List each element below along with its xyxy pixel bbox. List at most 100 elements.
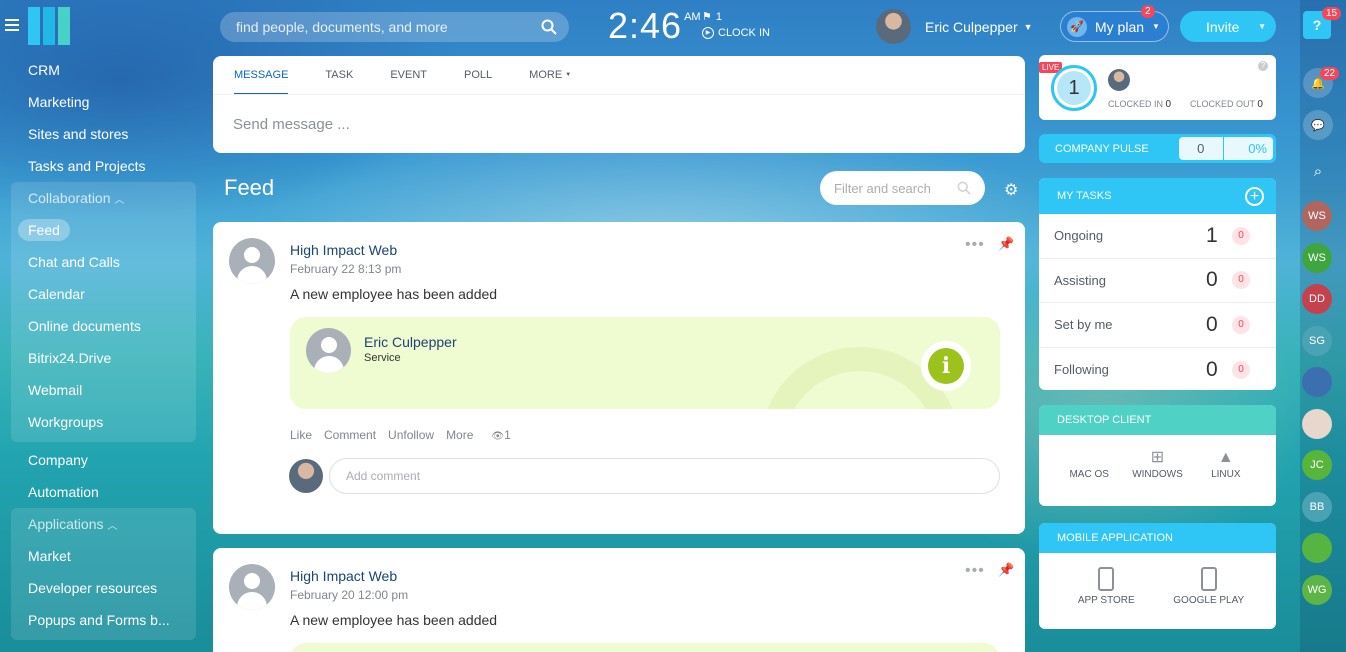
contact-avatar[interactable]: SG — [1302, 325, 1332, 356]
clocked-in-label: CLOCKED IN 0 — [1108, 99, 1171, 110]
tab-poll[interactable]: POLL — [464, 56, 492, 94]
more-options-icon[interactable]: ••• — [965, 236, 985, 254]
download-windows[interactable]: ⊞ WINDOWS — [1123, 447, 1191, 480]
contact-avatar[interactable] — [1302, 408, 1332, 439]
comment-button[interactable]: Comment — [324, 428, 376, 442]
menu-item-automation[interactable]: Automation — [0, 476, 200, 508]
contact-avatar[interactable]: JC — [1302, 450, 1332, 480]
task-row-assisting[interactable]: Assisting 0 0 — [1039, 259, 1276, 303]
task-row-ongoing[interactable]: Ongoing 1 0 — [1039, 214, 1276, 259]
add-task-icon[interactable]: + — [1245, 187, 1264, 206]
post-date[interactable]: February 22 8:13 pm — [290, 262, 401, 276]
feed-filter[interactable]: Filter and search — [820, 171, 985, 205]
menu-item-dev-resources[interactable]: Developer resources — [11, 572, 196, 604]
menu-item-company[interactable]: Company — [0, 444, 200, 476]
menu-item-chat[interactable]: Chat and Calls — [11, 246, 196, 278]
help-badge: 15 — [1322, 7, 1342, 20]
task-row-following[interactable]: Following 0 0 — [1039, 348, 1276, 391]
tasks-header[interactable]: MY TASKS + — [1039, 178, 1276, 214]
task-counter: 0 — [1232, 226, 1250, 245]
download-macos[interactable]: MAC OS — [1055, 447, 1123, 480]
task-label: Ongoing — [1054, 228, 1104, 244]
employee-department: Service — [364, 352, 401, 364]
download-linux[interactable]: ▲ LINUX — [1192, 447, 1260, 480]
contact-avatar[interactable]: WS — [1302, 201, 1332, 231]
tab-task[interactable]: TASK — [325, 56, 353, 94]
contact-avatar[interactable] — [1302, 533, 1332, 563]
menu-item-crm[interactable]: CRM — [0, 54, 200, 86]
iphone-icon — [1061, 563, 1151, 595]
views-counter[interactable]: 👁1 — [491, 428, 510, 442]
menu-group-header[interactable]: Applications ︿ — [11, 508, 196, 540]
company-pulse[interactable]: COMPANY PULSE 0 0% — [1039, 134, 1276, 163]
message-input[interactable]: Send message ... — [213, 95, 1025, 154]
menu-item-documents[interactable]: Online documents — [11, 310, 196, 342]
menu-toggle-icon[interactable] — [5, 19, 19, 31]
right-rail: ? 15 🔔 22 💬 ⌕ WS WS DD SG JC BB WG — [1300, 0, 1346, 652]
post-author[interactable]: High Impact Web — [290, 242, 397, 258]
global-search[interactable]: find people, documents, and more — [220, 12, 569, 42]
comment-input[interactable]: Add comment — [329, 458, 1000, 494]
post-text: A new employee has been added — [290, 286, 498, 302]
google-play-link[interactable]: GOOGLE PLAY — [1164, 563, 1254, 606]
menu-group-header[interactable]: Collaboration ︿ — [11, 182, 196, 214]
post-author[interactable]: High Impact Web — [290, 568, 397, 584]
search-input[interactable]: find people, documents, and more — [236, 19, 541, 35]
chevron-down-icon: ▼ — [1023, 21, 1033, 32]
contact-avatar[interactable]: BB — [1302, 491, 1332, 522]
menu-item-marketing[interactable]: Marketing — [0, 86, 200, 118]
menu-item-tasks[interactable]: Tasks and Projects — [0, 150, 200, 182]
menu-item-sites[interactable]: Sites and stores — [0, 118, 200, 150]
author-avatar[interactable] — [229, 564, 275, 610]
post-date[interactable]: February 20 12:00 pm — [290, 588, 408, 602]
invite-button[interactable]: Invite ▼ — [1180, 11, 1276, 42]
menu-item-popups[interactable]: Popups and Forms b... — [11, 604, 196, 636]
author-avatar[interactable] — [229, 238, 275, 284]
my-plan-button[interactable]: 🚀 My plan ▼ 2 — [1060, 5, 1169, 42]
menu-item-calendar[interactable]: Calendar — [11, 278, 196, 310]
gear-icon[interactable]: ⚙ — [1004, 180, 1018, 200]
employee-avatar[interactable] — [306, 328, 351, 373]
task-count: 1 — [1206, 223, 1218, 247]
contact-avatar[interactable]: WG — [1302, 574, 1332, 605]
tab-event[interactable]: EVENT — [390, 56, 427, 94]
pin-icon[interactable]: 📌 — [998, 562, 1014, 578]
more-button[interactable]: More — [446, 428, 473, 442]
os-label: WINDOWS — [1132, 469, 1183, 480]
task-row-set-by-me[interactable]: Set by me 0 0 — [1039, 303, 1276, 348]
menu-item-webmail[interactable]: Webmail — [11, 374, 196, 406]
rocket-icon: 🚀 — [1067, 16, 1087, 37]
chevron-down-icon: ▼ — [1152, 22, 1160, 31]
tab-more[interactable]: MORE ▼ — [529, 56, 571, 94]
post-text: A new employee has been added — [290, 612, 498, 628]
more-options-icon[interactable]: ••• — [965, 562, 985, 580]
menu-item-feed[interactable]: Feed — [11, 214, 196, 246]
employee-name[interactable]: Eric Culpepper — [364, 334, 457, 350]
chevron-down-icon[interactable]: ▼ — [1258, 22, 1266, 31]
user-menu[interactable]: Eric Culpepper ▼ — [876, 9, 1033, 44]
timeman-widget[interactable]: LIVE 1 CLOCKED IN 0 CLOCKED OUT 0 ? — [1039, 55, 1276, 120]
caret-down-icon: ▼ — [565, 72, 572, 78]
chat-icon[interactable]: 💬 — [1303, 110, 1333, 140]
like-button[interactable]: Like — [290, 428, 312, 442]
menu-item-market[interactable]: Market — [11, 540, 196, 572]
filter-input[interactable]: Filter and search — [834, 181, 931, 196]
menu-item-drive[interactable]: Bitrix24.Drive — [11, 342, 196, 374]
unfollow-button[interactable]: Unfollow — [388, 428, 434, 442]
menu-item-workgroups[interactable]: Workgroups — [11, 406, 196, 438]
help-icon[interactable]: ? — [1258, 61, 1268, 71]
clock-in-widget[interactable]: ⚑ 1 ▶ CLOCK IN — [702, 10, 770, 43]
contact-avatar[interactable]: WS — [1302, 242, 1332, 273]
contact-avatar[interactable]: DD — [1302, 284, 1332, 314]
clock-in-button[interactable]: CLOCK IN — [718, 27, 770, 39]
tab-message[interactable]: MESSAGE — [234, 56, 289, 94]
task-counter: 0 — [1232, 315, 1250, 334]
contact-avatar[interactable] — [1302, 367, 1332, 397]
search-icon[interactable]: ⌕ — [1303, 156, 1333, 186]
os-label: LINUX — [1211, 469, 1241, 480]
search-icon[interactable] — [541, 19, 557, 35]
bitrix-logo[interactable] — [28, 7, 70, 45]
desktop-header: DESKTOP CLIENT — [1039, 405, 1276, 435]
pin-icon[interactable]: 📌 — [998, 236, 1014, 252]
app-store-link[interactable]: APP STORE — [1061, 563, 1151, 606]
